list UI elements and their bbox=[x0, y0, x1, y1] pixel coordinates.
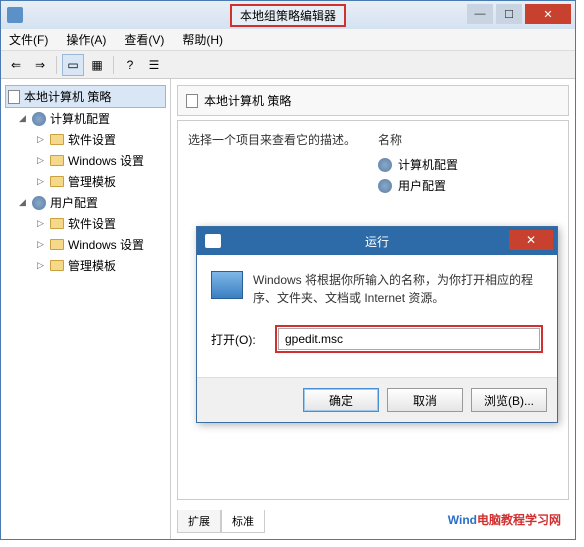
forward-button[interactable]: ⇒ bbox=[29, 54, 51, 76]
tree-software-settings[interactable]: ▷ 软件设置 bbox=[5, 129, 166, 150]
back-button[interactable]: ⇐ bbox=[5, 54, 27, 76]
tree-software-settings-2[interactable]: ▷ 软件设置 bbox=[5, 213, 166, 234]
menubar: 文件(F) 操作(A) 查看(V) 帮助(H) bbox=[1, 29, 575, 51]
tree-windows-settings[interactable]: ▷ Windows 设置 bbox=[5, 150, 166, 171]
caret-icon: ▷ bbox=[37, 176, 46, 187]
input-highlight bbox=[275, 325, 543, 353]
run-title-icon bbox=[205, 234, 221, 248]
watermark: Wind电脑教程学习网 bbox=[448, 511, 561, 529]
dialog-description: Windows 将根据你所输入的名称，为你打开相应的程序、文件夹、文档或 Int… bbox=[253, 271, 543, 307]
caret-icon: ◢ bbox=[19, 197, 28, 208]
gear-icon bbox=[32, 112, 46, 126]
minimize-button[interactable]: — bbox=[467, 4, 493, 24]
folder-icon bbox=[50, 134, 64, 145]
dialog-title: 运行 bbox=[365, 233, 389, 250]
caret-icon: ▷ bbox=[37, 239, 46, 250]
folder-icon bbox=[50, 239, 64, 250]
properties-button[interactable]: ☰ bbox=[143, 54, 165, 76]
close-button[interactable]: ✕ bbox=[525, 4, 571, 24]
tree-computer-config[interactable]: ◢ 计算机配置 bbox=[5, 108, 166, 129]
export-button[interactable]: ▦ bbox=[86, 54, 108, 76]
caret-icon: ▷ bbox=[37, 260, 46, 271]
tree-user-config[interactable]: ◢ 用户配置 bbox=[5, 192, 166, 213]
menu-action[interactable]: 操作(A) bbox=[66, 31, 106, 48]
policy-icon bbox=[8, 90, 20, 104]
tab-standard[interactable]: 标准 bbox=[221, 510, 265, 533]
gear-icon bbox=[32, 196, 46, 210]
column-name[interactable]: 名称 bbox=[378, 131, 558, 148]
cancel-button[interactable]: 取消 bbox=[387, 388, 463, 412]
dialog-titlebar[interactable]: 运行 ✕ bbox=[197, 227, 557, 255]
open-label: 打开(O): bbox=[211, 331, 267, 348]
window-title: 本地组策略编辑器 bbox=[230, 4, 346, 27]
folder-icon bbox=[50, 260, 64, 271]
tree-panel: 本地计算机 策略 ◢ 计算机配置 ▷ 软件设置 ▷ Windows 设置 ▷ 管… bbox=[1, 79, 171, 539]
toolbar: ⇐ ⇒ ▭ ▦ ? ☰ bbox=[1, 51, 575, 79]
policy-icon bbox=[186, 94, 198, 108]
run-icon bbox=[211, 271, 243, 299]
folder-icon bbox=[50, 218, 64, 229]
caret-icon: ▷ bbox=[37, 155, 46, 166]
caret-icon: ◢ bbox=[19, 113, 28, 124]
caret-icon: ▷ bbox=[37, 218, 46, 229]
tree-root[interactable]: 本地计算机 策略 bbox=[5, 85, 166, 108]
tree-windows-settings-2[interactable]: ▷ Windows 设置 bbox=[5, 234, 166, 255]
content-header: 本地计算机 策略 bbox=[177, 85, 569, 116]
caret-icon: ▷ bbox=[37, 134, 46, 145]
help-button[interactable]: ? bbox=[119, 54, 141, 76]
show-hide-tree-button[interactable]: ▭ bbox=[62, 54, 84, 76]
gear-icon bbox=[378, 179, 392, 193]
list-item[interactable]: 计算机配置 bbox=[378, 154, 558, 175]
titlebar[interactable]: 本地组策略编辑器 — ☐ ✕ bbox=[1, 1, 575, 29]
menu-help[interactable]: 帮助(H) bbox=[182, 31, 223, 48]
tree-admin-templates-2[interactable]: ▷ 管理模板 bbox=[5, 255, 166, 276]
menu-view[interactable]: 查看(V) bbox=[124, 31, 164, 48]
folder-icon bbox=[50, 155, 64, 166]
tree-root-label: 本地计算机 策略 bbox=[24, 88, 111, 105]
run-dialog: 运行 ✕ Windows 将根据你所输入的名称，为你打开相应的程序、文件夹、文档… bbox=[196, 226, 558, 423]
tree-admin-templates[interactable]: ▷ 管理模板 bbox=[5, 171, 166, 192]
view-tabs: 扩展 标准 bbox=[177, 510, 265, 533]
list-item[interactable]: 用户配置 bbox=[378, 175, 558, 196]
menu-file[interactable]: 文件(F) bbox=[9, 31, 48, 48]
ok-button[interactable]: 确定 bbox=[303, 388, 379, 412]
browse-button[interactable]: 浏览(B)... bbox=[471, 388, 547, 412]
open-input[interactable] bbox=[278, 328, 540, 350]
folder-icon bbox=[50, 176, 64, 187]
app-icon bbox=[7, 7, 23, 23]
tab-extended[interactable]: 扩展 bbox=[177, 510, 221, 533]
maximize-button[interactable]: ☐ bbox=[496, 4, 522, 24]
dialog-close-button[interactable]: ✕ bbox=[509, 230, 553, 250]
gear-icon bbox=[378, 158, 392, 172]
